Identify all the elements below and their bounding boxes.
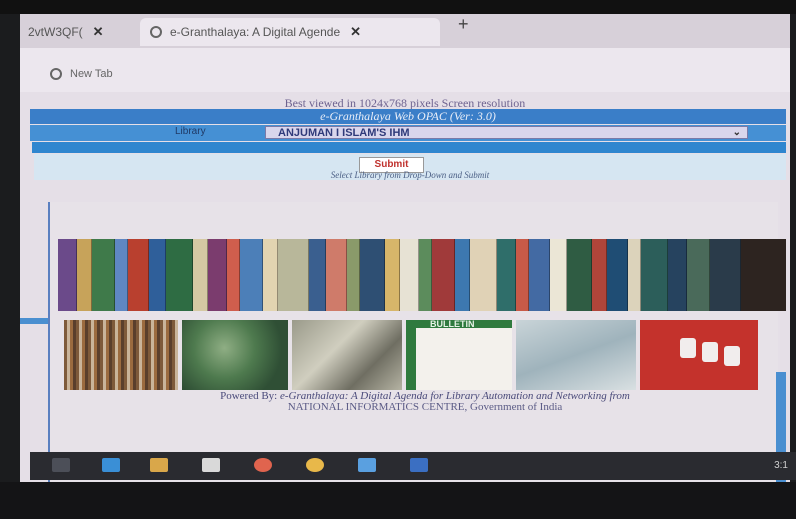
tab-1-close-icon[interactable]: ✕ [93, 24, 104, 40]
campus-image [292, 320, 402, 390]
library-select[interactable]: ANJUMAN I ISLAM'S IHM ⌄ [265, 126, 748, 139]
photos-icon[interactable] [358, 458, 376, 472]
library-select-row: Library ANJUMAN I ISLAM'S IHM ⌄ [30, 125, 786, 141]
powered-by-label: Powered By: [220, 390, 280, 402]
start-icon[interactable] [52, 458, 70, 472]
browser-tab-1[interactable]: 2vtW3QF( ✕ [20, 18, 140, 46]
thumbnail-strip: BULLETIN [64, 320, 778, 390]
globe-icon [50, 68, 62, 80]
tab-1-title: 2vtW3QF( [28, 25, 83, 39]
bookmark-new-tab[interactable]: New Tab [50, 68, 113, 80]
store-icon[interactable] [202, 458, 220, 472]
tray-clock: 3:1 [774, 460, 788, 471]
opac-title-band: e-Granthalaya Web OPAC (Ver: 3.0) [30, 109, 786, 124]
browser-toolbar: New Tab [20, 48, 790, 92]
content-panel: BULLETIN Powered By: e-Granthalaya: A Di… [48, 202, 786, 482]
opac-page: Best viewed in 1024x768 pixels Screen re… [20, 92, 790, 482]
chrome-icon[interactable] [306, 458, 324, 472]
bulletin-label: BULLETIN [430, 320, 475, 329]
bookmark-new-tab-label: New Tab [70, 68, 113, 80]
chevron-down-icon: ⌄ [732, 127, 741, 138]
library-label: Library [175, 126, 206, 137]
nic-line: NATIONAL INFORMATICS CENTRE, Government … [287, 401, 563, 413]
bookshelf-banner [58, 239, 786, 311]
bulletin-image: BULLETIN [406, 320, 512, 390]
browser-tab-bar: 2vtW3QF( ✕ e-Granthalaya: A Digital Agen… [20, 14, 790, 48]
browser-tab-2[interactable]: e-Granthalaya: A Digital Agende ✕ [140, 18, 440, 46]
cups-image [640, 320, 758, 390]
office-icon[interactable] [254, 458, 272, 472]
library-selected-value: ANJUMAN I ISLAM'S IHM [278, 127, 410, 139]
select-hint-text: Select Library from Drop-Down and Submit [330, 170, 490, 180]
edge-icon[interactable] [102, 458, 120, 472]
event-image [516, 320, 636, 390]
tree-image [182, 320, 288, 390]
globe-icon [150, 26, 162, 38]
library-shelves-image [64, 320, 178, 390]
file-explorer-icon[interactable] [150, 458, 168, 472]
monitor-screen: 2vtW3QF( ✕ e-Granthalaya: A Digital Agen… [20, 14, 790, 482]
monitor-bezel-top [0, 0, 796, 14]
left-blue-bar [20, 318, 50, 324]
powered-by-footer: Powered By: e-Granthalaya: A Digital Age… [72, 391, 778, 413]
tab-2-title: e-Granthalaya: A Digital Agende [170, 25, 341, 39]
blue-band [32, 142, 786, 153]
tab-2-close-icon[interactable]: ✕ [350, 24, 361, 40]
monitor-bezel-bottom [0, 482, 796, 519]
new-tab-plus-icon[interactable]: + [458, 14, 469, 35]
os-taskbar: 3:1 [30, 452, 796, 480]
submit-area: Submit Select Library from Drop-Down and… [34, 154, 786, 180]
word-icon[interactable] [410, 458, 428, 472]
